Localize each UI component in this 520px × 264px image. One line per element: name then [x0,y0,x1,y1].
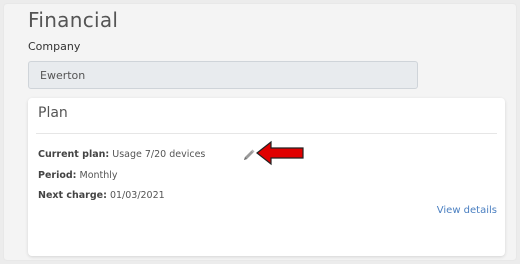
next-charge-row: Next charge: 01/03/2021 [38,190,165,201]
company-label: Company [28,40,81,53]
period-label: Period: [38,170,77,181]
next-charge-label: Next charge: [38,190,107,201]
plan-title: Plan [38,105,68,121]
current-plan-row: Current plan: Usage 7/20 devices [38,149,205,160]
next-charge-value: 01/03/2021 [109,190,165,201]
current-plan-value: Usage 7/20 devices [112,149,206,160]
view-details-link[interactable]: View details [437,205,497,216]
plan-card: Plan Current plan: Usage 7/20 devices Pe… [28,98,505,256]
company-input[interactable] [28,61,418,89]
red-arrow-left-icon [256,140,304,166]
period-value: Monthly [79,170,118,181]
plan-divider [36,133,497,134]
financial-panel: Financial Company Plan Current plan: Usa… [4,4,516,260]
financial-title: Financial [28,8,119,32]
period-row: Period: Monthly [38,170,118,181]
pencil-icon[interactable] [242,147,256,161]
current-plan-label: Current plan: [38,149,110,160]
